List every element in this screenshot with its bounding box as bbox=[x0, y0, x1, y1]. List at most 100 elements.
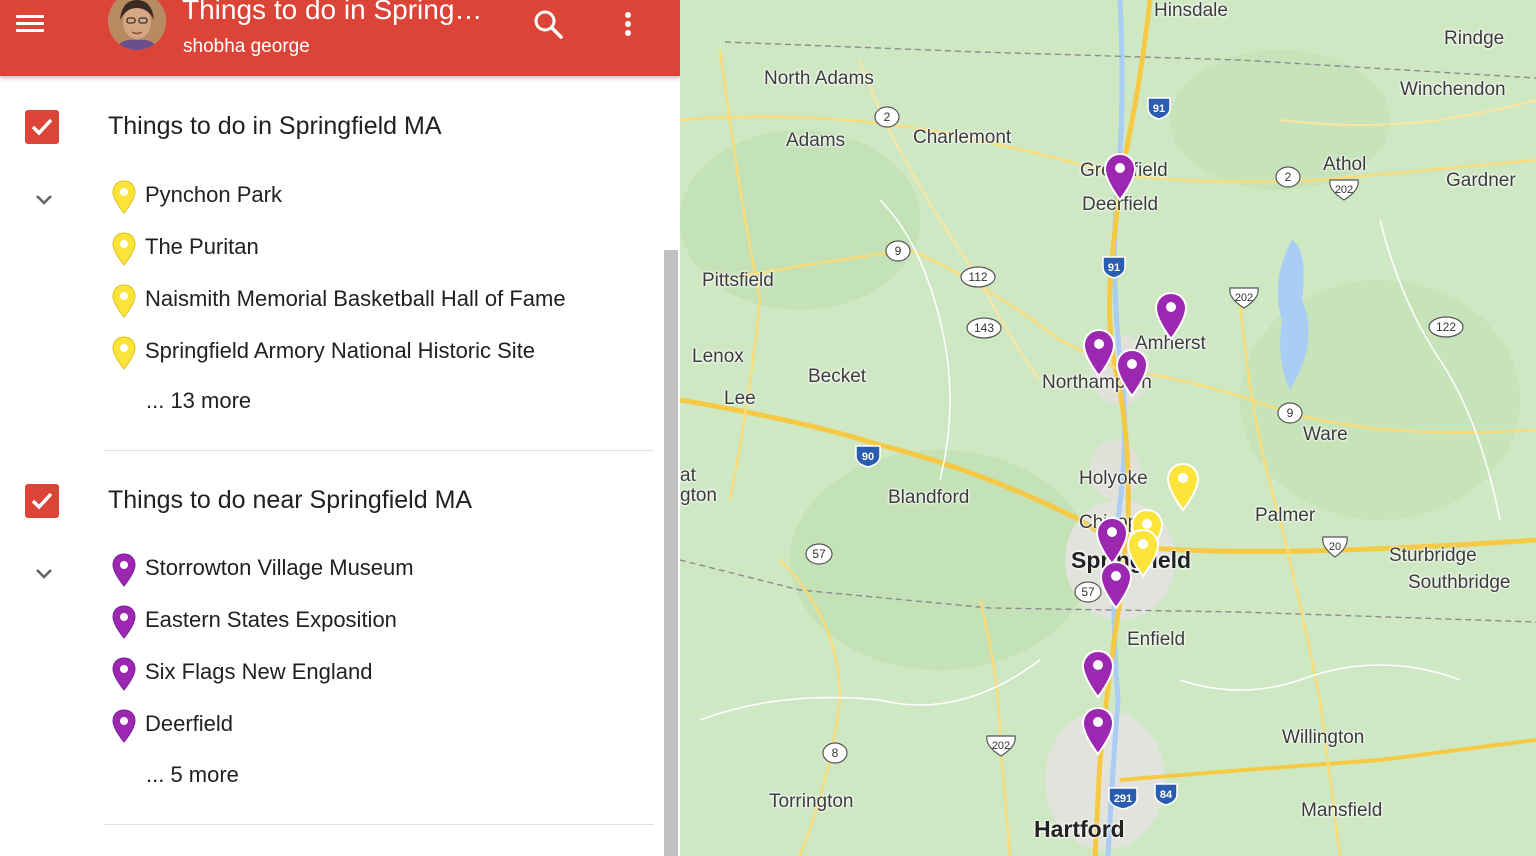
town-label: Pittsfield bbox=[702, 270, 774, 291]
item-label: Eastern States Exposition bbox=[145, 607, 397, 632]
state-route-icon: 9 bbox=[885, 240, 911, 262]
town-label: Holyoke bbox=[1079, 468, 1148, 489]
us-route-icon: 202 bbox=[1329, 179, 1359, 201]
town-label: Mansfield bbox=[1301, 800, 1383, 821]
layer-1-title[interactable]: Things to do in Springfield MA bbox=[108, 112, 442, 141]
route-label: 91 bbox=[1108, 262, 1120, 274]
interstate-shield-icon: 91 bbox=[1102, 256, 1126, 279]
state-route-icon: 2 bbox=[874, 106, 900, 128]
map-canvas[interactable]: Hinsdale Rindge North Adams Winchendon A… bbox=[680, 0, 1536, 856]
state-route-icon: 122 bbox=[1428, 316, 1464, 338]
list-item[interactable]: Springfield Armory National Historic Sit… bbox=[108, 328, 648, 372]
purple-map-marker[interactable] bbox=[1103, 152, 1137, 202]
more-items-link[interactable]: ... 13 more bbox=[146, 388, 251, 414]
town-label: Blandford bbox=[888, 487, 970, 508]
purple-pin-icon bbox=[112, 605, 136, 639]
route-label: 57 bbox=[812, 547, 826, 561]
yellow-pin-icon bbox=[112, 232, 136, 266]
route-label: 8 bbox=[832, 746, 839, 760]
purple-pin-icon bbox=[112, 553, 136, 587]
search-icon[interactable] bbox=[530, 6, 566, 42]
town-label: Charlemont bbox=[913, 127, 1012, 148]
town-label: Lenox bbox=[692, 346, 744, 367]
route-label: 291 bbox=[1114, 793, 1132, 805]
checkmark-icon bbox=[31, 118, 53, 136]
item-label: Storrowton Village Museum bbox=[145, 555, 414, 580]
purple-pin-icon bbox=[112, 709, 136, 743]
purple-map-marker[interactable] bbox=[1081, 706, 1115, 756]
route-label: 84 bbox=[1160, 789, 1173, 801]
town-label: Gardner bbox=[1446, 170, 1516, 191]
divider bbox=[104, 450, 654, 451]
purple-pin-icon bbox=[112, 657, 136, 691]
town-label: Lee bbox=[724, 388, 756, 409]
purple-map-marker[interactable] bbox=[1099, 560, 1133, 610]
route-label: 2 bbox=[1285, 170, 1292, 184]
purple-map-marker[interactable] bbox=[1154, 291, 1188, 341]
town-label: Torrington bbox=[769, 791, 854, 812]
town-label: at bbox=[680, 465, 696, 486]
layer-2-checkbox[interactable] bbox=[25, 484, 59, 518]
list-item[interactable]: Eastern States Exposition bbox=[108, 597, 648, 641]
yellow-pin-icon bbox=[112, 284, 136, 318]
chevron-down-icon[interactable] bbox=[30, 564, 58, 584]
more-items-link[interactable]: ... 5 more bbox=[146, 762, 239, 788]
list-item[interactable]: The Puritan bbox=[108, 224, 648, 268]
state-route-icon: 2 bbox=[1275, 166, 1301, 188]
item-label: The Puritan bbox=[145, 234, 259, 259]
purple-map-marker[interactable] bbox=[1095, 516, 1129, 566]
interstate-shield-icon: 84 bbox=[1154, 783, 1178, 806]
list-item[interactable]: Naismith Memorial Basketball Hall of Fam… bbox=[108, 276, 648, 320]
town-label: Rindge bbox=[1444, 28, 1505, 49]
scrollbar[interactable] bbox=[664, 250, 678, 856]
route-label: 9 bbox=[1287, 406, 1294, 420]
route-label: 202 bbox=[992, 740, 1010, 752]
town-label: Ware bbox=[1303, 424, 1348, 445]
map-title[interactable]: Things to do in Spring… bbox=[182, 0, 482, 26]
interstate-shield-icon: 91 bbox=[1147, 97, 1171, 120]
route-label: 143 bbox=[974, 321, 994, 335]
more-options-icon[interactable] bbox=[612, 6, 644, 42]
town-label: Palmer bbox=[1255, 505, 1316, 526]
list-item[interactable]: Pynchon Park bbox=[108, 172, 648, 216]
us-route-icon: 20 bbox=[1322, 536, 1348, 558]
route-label: 20 bbox=[1329, 541, 1341, 553]
purple-map-marker[interactable] bbox=[1115, 348, 1149, 398]
layer-1-checkbox[interactable] bbox=[25, 110, 59, 144]
state-route-icon: 112 bbox=[960, 266, 996, 288]
route-label: 112 bbox=[968, 270, 987, 284]
town-label: Winchendon bbox=[1400, 79, 1506, 100]
list-item[interactable]: Six Flags New England bbox=[108, 649, 648, 693]
yellow-pin-icon bbox=[112, 336, 136, 370]
purple-map-marker[interactable] bbox=[1081, 649, 1115, 699]
item-label: Deerfield bbox=[145, 711, 234, 736]
town-label: Enfield bbox=[1127, 629, 1186, 650]
list-item[interactable]: Deerfield bbox=[108, 701, 648, 745]
interstate-shield-icon: 291 bbox=[1108, 787, 1138, 810]
item-label: Six Flags New England bbox=[145, 659, 373, 684]
us-route-icon: 202 bbox=[986, 735, 1016, 757]
yellow-pin-icon bbox=[112, 180, 136, 214]
menu-button[interactable] bbox=[14, 10, 46, 38]
route-label: 9 bbox=[895, 244, 902, 258]
route-label: 202 bbox=[1235, 292, 1253, 304]
route-label: 91 bbox=[1153, 103, 1165, 115]
item-label: Pynchon Park bbox=[145, 182, 282, 207]
route-label: 90 bbox=[862, 451, 874, 463]
list-item[interactable]: Storrowton Village Museum bbox=[108, 545, 648, 589]
avatar[interactable] bbox=[108, 0, 166, 50]
layer-2-title[interactable]: Things to do near Springfield MA bbox=[108, 486, 472, 515]
avatar-image bbox=[108, 0, 166, 50]
state-route-icon: 57 bbox=[805, 543, 833, 565]
state-route-icon: 57 bbox=[1074, 581, 1102, 603]
chevron-down-icon[interactable] bbox=[30, 190, 58, 210]
purple-map-marker[interactable] bbox=[1082, 328, 1116, 378]
item-label: Springfield Armory National Historic Sit… bbox=[145, 338, 536, 363]
town-label: North Adams bbox=[764, 68, 874, 89]
town-label: Becket bbox=[808, 366, 867, 387]
town-label: Hinsdale bbox=[1154, 0, 1228, 21]
interstate-shield-icon: 90 bbox=[855, 445, 881, 468]
town-label: gton bbox=[680, 485, 717, 506]
yellow-map-marker[interactable] bbox=[1166, 462, 1200, 512]
state-route-icon: 143 bbox=[966, 317, 1002, 339]
